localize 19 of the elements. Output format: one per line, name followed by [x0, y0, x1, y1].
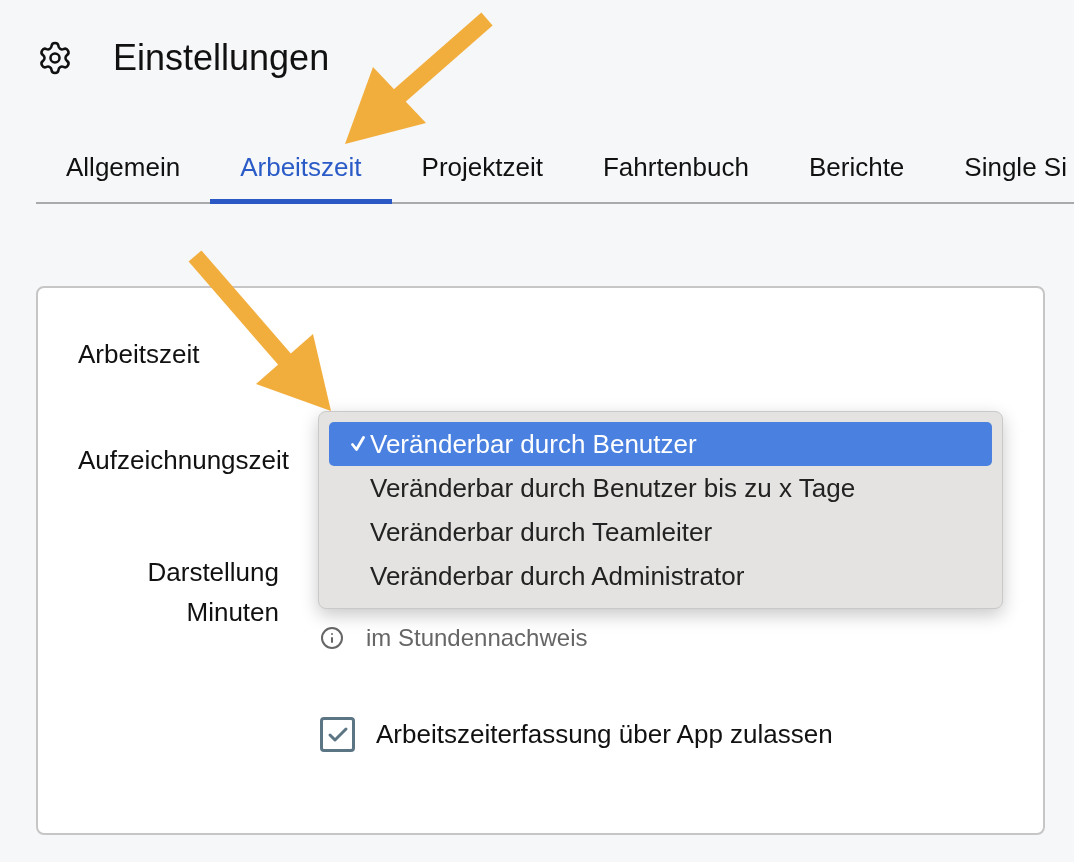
- dropdown-option[interactable]: Veränderbar durch Administrator: [329, 554, 992, 598]
- checkbox-label: Arbeitszeiterfassung über App zulassen: [376, 719, 833, 750]
- dropdown-option[interactable]: Veränderbar durch Benutzer: [329, 422, 992, 466]
- page-title: Einstellungen: [113, 36, 330, 80]
- tab[interactable]: Fahrtenbuch: [572, 135, 779, 204]
- tab[interactable]: Projektzeit: [391, 135, 573, 204]
- field-label: Darstellung Minuten: [146, 556, 280, 629]
- checkbox[interactable]: [320, 717, 355, 752]
- tab[interactable]: Single Si: [934, 135, 1067, 204]
- tab[interactable]: Berichte: [778, 135, 935, 204]
- field-label: Aufzeichnungszeit: [78, 444, 290, 477]
- dropdown-option[interactable]: Veränderbar durch Teamleiter: [329, 510, 992, 554]
- check-icon: [351, 436, 365, 452]
- tab[interactable]: Allgemein: [36, 135, 211, 204]
- dropdown-option[interactable]: Veränderbar durch Benutzer bis zu x Tage: [329, 466, 992, 510]
- settings-icon: [37, 40, 73, 76]
- hint-text: im Stundennachweis: [366, 624, 588, 652]
- info-icon: [320, 626, 344, 650]
- card-title: Arbeitszeit: [78, 338, 200, 371]
